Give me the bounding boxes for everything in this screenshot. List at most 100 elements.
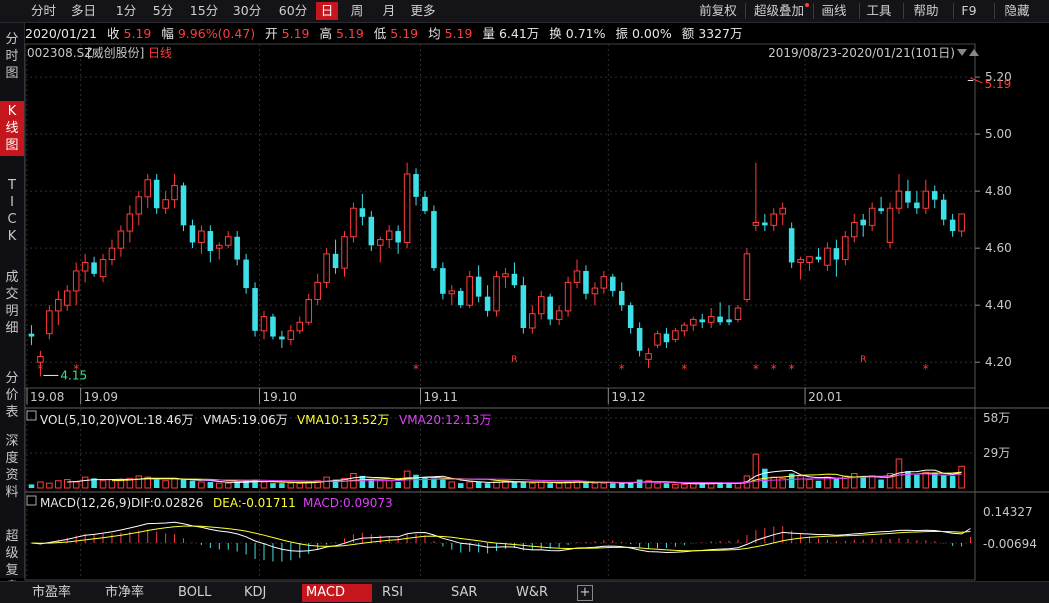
vma20-value: VMA20:12.13万 <box>399 413 491 427</box>
tab-0[interactable]: 市盈率 <box>28 584 94 602</box>
sidebar-item-1[interactable]: K线图 <box>0 101 24 156</box>
tab-1[interactable]: 市净率 <box>101 584 167 602</box>
volume-bar <box>905 471 911 488</box>
volume-bar <box>645 480 652 489</box>
macd-dea-value: DEA:-0.01711 <box>213 496 296 510</box>
period-9-button[interactable]: 月 <box>377 2 401 20</box>
candle-body <box>55 298 62 312</box>
toolbar-right-2-button[interactable]: 画线 <box>816 2 852 20</box>
volume-bar <box>564 481 572 489</box>
candle-body <box>493 276 500 312</box>
volume-bar <box>726 483 732 488</box>
macd-value: MACD:0.09073 <box>303 496 393 510</box>
candle-body <box>46 310 53 335</box>
add-tab-icon[interactable]: + <box>577 585 593 601</box>
candle-body <box>824 247 831 266</box>
volume-bar <box>707 482 715 489</box>
candle-body <box>296 321 304 332</box>
candle-body <box>385 230 393 241</box>
sidebar-item-0[interactable]: 分时图 <box>0 29 24 84</box>
candle-body <box>180 185 187 226</box>
volume-bar <box>37 481 44 489</box>
candle-body <box>967 79 974 81</box>
period-1-button[interactable]: 多日 <box>66 2 101 20</box>
volume-bar <box>189 480 196 488</box>
period-2-button[interactable]: 1分 <box>112 2 140 20</box>
volume-bar <box>279 483 285 488</box>
toolbar-right-1-button[interactable]: 超级叠加 <box>748 2 810 20</box>
volume-bar <box>636 479 643 488</box>
volume-bar <box>815 480 822 488</box>
volume-bar <box>350 473 357 489</box>
signal-marker-2: * <box>413 362 419 376</box>
candle-body <box>573 270 581 283</box>
amount-field: 额 3327万 <box>681 26 743 41</box>
volume-bar <box>368 479 375 488</box>
sidebar-item-5[interactable]: 深度资料 <box>0 431 24 503</box>
volume-bar <box>860 477 866 488</box>
chart-frame <box>24 43 976 581</box>
volume-bar <box>654 482 661 489</box>
sidebar-item-3[interactable]: 成交明细 <box>0 267 24 339</box>
period-6-button[interactable]: 60分 <box>275 2 311 20</box>
toolbar-right-5-button[interactable]: F9 <box>956 2 982 20</box>
candle-body <box>99 259 107 278</box>
stock-chart[interactable]: 5.20 5.00 4.80 4.60 4.40 4.20 19.08 19.09 19.10 1… <box>0 0 1049 602</box>
toolbar-right-4-button[interactable]: 帮助 <box>906 2 946 20</box>
tab-4[interactable]: MACD <box>302 584 372 602</box>
period-8-button[interactable]: 周 <box>345 2 369 20</box>
volume-bar <box>135 475 143 489</box>
candle-body <box>37 355 44 363</box>
period-7-button[interactable]: 日 <box>316 2 338 20</box>
volume-tick-label-0: 58万 <box>983 411 1010 425</box>
candle-body <box>108 247 116 261</box>
candle-body <box>564 281 572 312</box>
candle-body <box>314 281 321 300</box>
sidebar-item-2[interactable]: TICK <box>0 175 24 247</box>
period-4-button[interactable]: 15分 <box>186 2 222 20</box>
vol-label: VOL(5,10,20) <box>40 413 119 427</box>
toolbar-right-0-button[interactable]: 前复权 <box>695 2 741 20</box>
candle-body <box>162 199 169 209</box>
candle-body <box>252 288 258 331</box>
candle-body <box>376 239 384 246</box>
volume-bar <box>305 481 312 489</box>
volume-bar <box>457 483 464 488</box>
candle-body <box>895 190 903 209</box>
toolbar-right-3-button[interactable]: 工具 <box>862 2 896 20</box>
candle-body <box>448 290 456 295</box>
toolbar-right-6-button[interactable]: 隐藏 <box>997 2 1037 20</box>
candle-body <box>403 173 411 243</box>
candle-body <box>690 318 697 326</box>
sidebar-item-4[interactable]: 分价表 <box>0 368 24 423</box>
close-field: 收 5.19 <box>107 26 152 41</box>
candle-body <box>135 196 143 215</box>
date-tick-label-4: 19.12 <box>611 390 645 404</box>
tab-5[interactable]: RSI <box>378 584 438 602</box>
candle-body <box>171 184 178 201</box>
period-5-button[interactable]: 30分 <box>228 2 266 20</box>
volume-bar <box>332 479 339 488</box>
volume-bar <box>949 475 956 488</box>
period-3-button[interactable]: 5分 <box>147 2 179 20</box>
price-tick-label-1: 5.00 <box>985 127 1012 141</box>
candle-body <box>717 316 723 323</box>
period-0-button[interactable]: 分时 <box>26 2 61 20</box>
volume-bar <box>958 465 965 489</box>
date-range-label: 2019/08/23-2020/01/21(101日) <box>768 46 955 60</box>
volume-bar <box>600 482 608 489</box>
candle-body <box>341 236 348 269</box>
volume-bar <box>403 470 411 489</box>
vma20-line <box>201 473 962 484</box>
period-10-button[interactable]: 更多 <box>407 2 439 20</box>
candle-body <box>886 207 894 243</box>
volume-bar <box>55 480 62 489</box>
tab-6[interactable]: SAR <box>447 584 505 602</box>
signal-marker-1: * <box>73 362 79 376</box>
tab-2[interactable]: BOLL <box>174 584 234 602</box>
turnover-field: 换 0.71% <box>549 26 606 41</box>
macd-label: MACD(12,26,9) <box>40 496 131 510</box>
tab-7[interactable]: W&R <box>512 584 574 602</box>
candle-body <box>914 202 920 209</box>
tab-3[interactable]: KDJ <box>240 584 296 602</box>
